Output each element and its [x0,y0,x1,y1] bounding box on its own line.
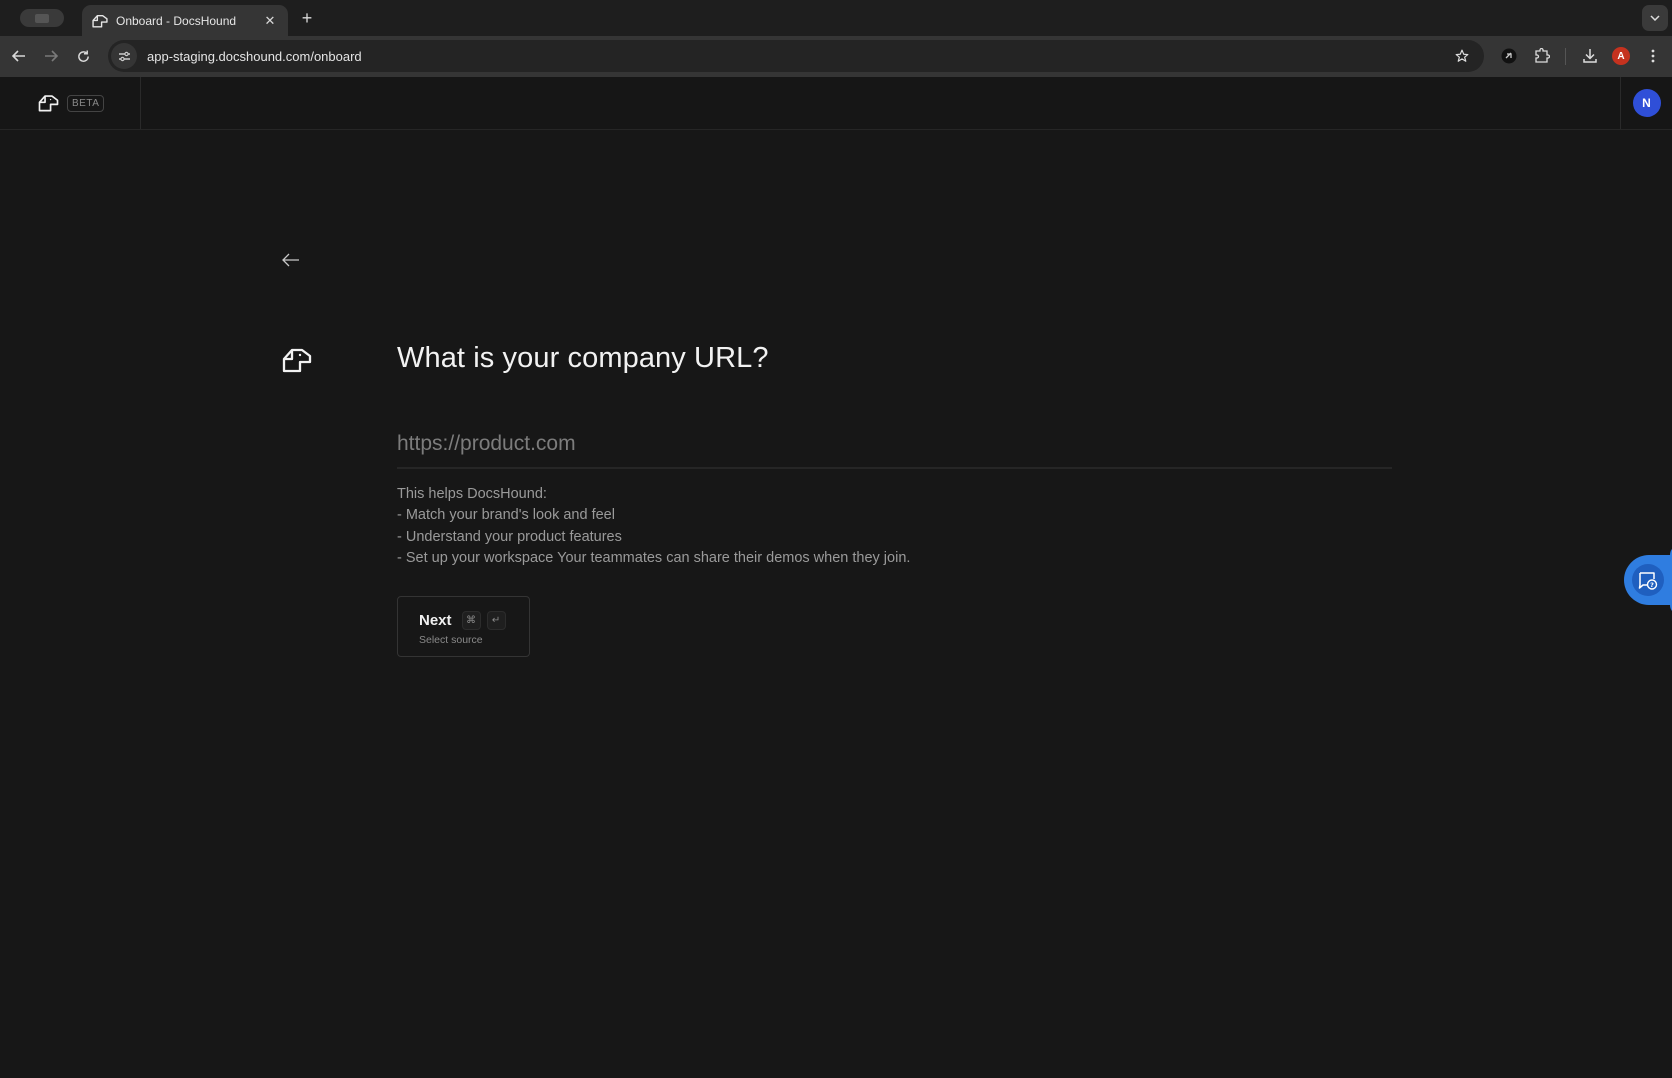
back-nav-button[interactable] [7,44,31,68]
site-settings-icon [118,51,130,61]
helper-item: - Match your brand's look and feel [397,507,615,524]
docshound-logo-icon [38,94,59,112]
extension-icon [1501,48,1517,64]
address-bar-url[interactable]: app-staging.docshound.com/onboard [147,49,1450,64]
help-widget-button[interactable]: ? [1632,564,1664,596]
back-icon [12,50,25,62]
helper-item: - Set up your workspace Your teammates c… [397,549,911,566]
back-button[interactable] [278,248,304,272]
command-key-hint: ⌘ [461,611,481,630]
chevron-down-icon [1650,15,1660,21]
header-user-area: N [1620,77,1672,129]
toolbar-divider [1565,48,1566,65]
app-header: BETA N [0,77,1672,130]
star-icon [1455,49,1469,62]
helper-item: - Understand your product features [397,528,622,545]
site-settings-button[interactable] [111,43,137,69]
tab-search-button[interactable] [1642,5,1668,31]
helper-intro: This helps DocsHound: [397,486,547,502]
downloads-button[interactable] [1578,44,1602,68]
browser-tab-bar: Onboard - DocsHound ✕ + [0,0,1672,36]
brand[interactable]: BETA [0,77,141,129]
help-chat-widget[interactable]: ? [1624,545,1672,615]
browser-profile-avatar[interactable]: A [1612,47,1630,65]
user-avatar[interactable]: N [1632,89,1661,117]
address-bar[interactable]: app-staging.docshound.com/onboard [108,40,1484,72]
extension-button[interactable] [1497,44,1521,68]
profile-icon [35,13,49,23]
helper-text: This helps DocsHound: - Match your brand… [397,484,910,569]
next-button-sublabel: Select source [419,634,483,646]
arrow-left-icon [282,253,299,267]
reload-icon [77,49,89,62]
company-url-input[interactable] [397,420,1392,469]
docshound-logo-icon [92,14,108,28]
beta-badge: BETA [67,94,105,112]
tab-title: Onboard - DocsHound [116,13,237,28]
bookmark-star-button[interactable] [1450,44,1474,68]
new-tab-button[interactable]: + [296,7,318,29]
browser-menu-button[interactable] [1641,44,1665,68]
forward-icon [45,50,58,62]
browser-profile-pill[interactable] [20,9,64,27]
browser-tab-active[interactable]: Onboard - DocsHound ✕ [82,5,288,36]
next-button-label: Next [419,612,452,629]
download-icon [1583,49,1597,63]
puzzle-icon [1535,48,1550,63]
extensions-menu-button[interactable] [1530,44,1554,68]
forward-nav-button[interactable] [39,44,63,68]
tab-close-icon[interactable]: ✕ [262,13,278,29]
enter-key-hint: ↵ [486,611,506,630]
page-title: What is your company URL? [397,342,769,374]
svg-text:?: ? [1650,581,1654,589]
docshound-logo-icon [282,347,312,373]
browser-toolbar: app-staging.docshound.com/onboard A [0,36,1672,77]
reload-button[interactable] [71,44,95,68]
next-button[interactable]: Next ⌘ ↵ Select source [397,596,530,657]
chat-help-icon: ? [1638,571,1658,590]
kebab-menu-icon [1651,49,1655,63]
